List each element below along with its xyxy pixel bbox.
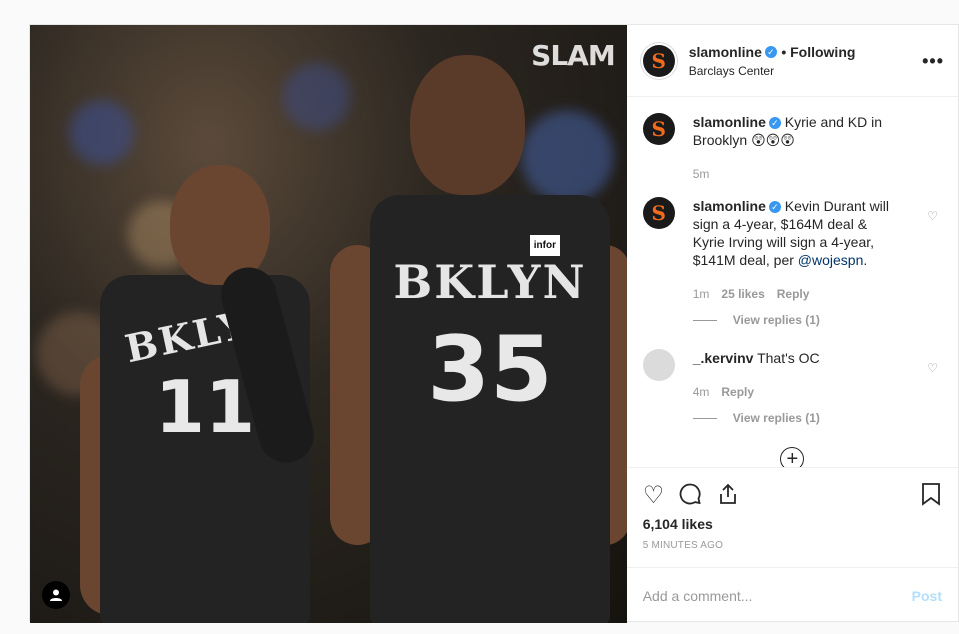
verified-icon: ✓ xyxy=(764,46,777,59)
header-username[interactable]: slamonline xyxy=(689,44,762,60)
jersey-number: 11 xyxy=(154,365,256,449)
avatar[interactable]: S xyxy=(642,197,675,229)
reply-button[interactable]: Reply xyxy=(721,383,754,401)
post-timestamp[interactable]: 5 MINUTES AGO xyxy=(643,540,942,551)
view-replies-label: View replies (1) xyxy=(732,411,820,425)
likes-count[interactable]: 6,104 likes xyxy=(643,516,942,532)
player-right-jersey: infor BKLYN 35 xyxy=(370,195,610,623)
caption: S slamonline ✓ Kyrie and KD in Brooklyn 😲… xyxy=(642,113,942,183)
jersey-number: 35 xyxy=(427,317,553,422)
post-header: S slamonline ✓ • Following Barclays Cente… xyxy=(626,25,958,97)
view-replies-label: View replies (1) xyxy=(732,313,820,327)
verified-icon: ✓ xyxy=(768,117,781,130)
view-replies-button[interactable]: View replies (1) xyxy=(692,311,903,329)
list-item: S slamonline ✓ Kevin Durant will sign a 4… xyxy=(642,197,942,329)
comment-time[interactable]: 4m xyxy=(693,383,710,401)
mention-link[interactable]: @wojespn xyxy=(798,252,864,268)
post-actions: ♡ 6,104 likes 5 MINUTES AGO xyxy=(626,467,958,551)
jersey-wordmark: BKLYN xyxy=(393,255,587,309)
like-comment-icon[interactable]: ♡ xyxy=(927,361,938,375)
comment-likes[interactable]: 25 likes xyxy=(721,285,764,303)
player-right: infor BKLYN 35 xyxy=(330,45,627,623)
follow-status[interactable]: • Following xyxy=(781,44,855,60)
infor-patch: infor xyxy=(529,235,560,256)
load-more-comments-button[interactable]: + xyxy=(780,447,805,467)
reply-button[interactable]: Reply xyxy=(777,285,810,303)
comment-text-end: . xyxy=(863,252,868,268)
like-comment-icon[interactable]: ♡ xyxy=(927,209,938,223)
bookmark-icon[interactable] xyxy=(920,482,942,511)
share-icon[interactable] xyxy=(716,482,740,511)
location-link[interactable]: Barclays Center xyxy=(689,64,856,78)
post-side-panel: S slamonline ✓ • Following Barclays Cente… xyxy=(626,25,958,623)
comment-username[interactable]: _.kervinv xyxy=(693,350,754,366)
avatar[interactable]: S xyxy=(642,113,675,145)
comment-username[interactable]: slamonline xyxy=(693,198,766,214)
comment-username[interactable]: slamonline xyxy=(693,114,766,130)
player-left: BKLYN 11 xyxy=(70,165,320,623)
comment-icon[interactable] xyxy=(678,482,702,511)
comment-time[interactable]: 5m xyxy=(693,165,710,183)
player-right-head xyxy=(410,55,525,195)
comments-list: S slamonline ✓ Kyrie and KD in Brooklyn 😲… xyxy=(627,97,958,467)
view-replies-button[interactable]: View replies (1) xyxy=(692,409,903,427)
tagged-users-icon[interactable] xyxy=(42,581,70,609)
verified-icon: ✓ xyxy=(768,201,781,214)
heart-icon[interactable]: ♡ xyxy=(643,484,665,508)
avatar[interactable] xyxy=(642,349,675,381)
avatar[interactable]: S xyxy=(642,44,675,77)
post-button[interactable]: Post xyxy=(912,588,942,604)
add-comment-bar: Post xyxy=(626,567,958,623)
comment-input[interactable] xyxy=(642,587,912,604)
comment-time[interactable]: 1m xyxy=(693,285,710,303)
more-options-icon[interactable]: ••• xyxy=(922,51,944,72)
comment-text: That's OC xyxy=(757,350,820,366)
list-item: _.kervinv That's OC 4m Reply View replie… xyxy=(642,349,942,427)
instagram-post: SLAM BKLYN 11 infor BKLYN 35 S slamonlin… xyxy=(29,24,959,623)
post-photo[interactable]: SLAM BKLYN 11 infor BKLYN 35 xyxy=(30,25,627,623)
